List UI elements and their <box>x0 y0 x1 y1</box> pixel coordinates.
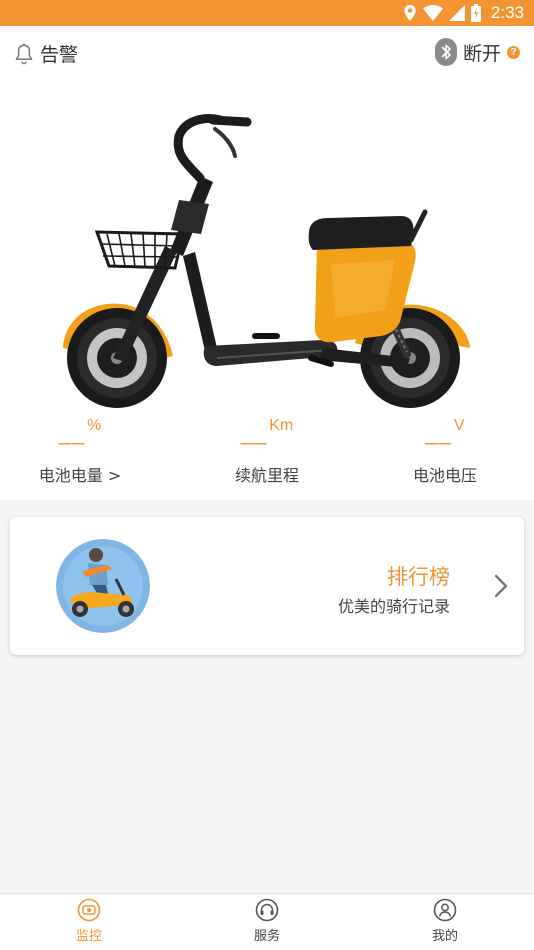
monitor-icon <box>77 898 101 922</box>
battery-voltage-label: 电池电压 <box>412 466 477 485</box>
battery-level-stat[interactable]: __% 电池电量 > <box>0 416 160 486</box>
battery-level-unit: % <box>87 417 102 434</box>
chevron-right-icon <box>494 574 508 598</box>
range-unit: Km <box>269 417 294 434</box>
battery-level-value: __ <box>58 420 86 445</box>
bluetooth-status[interactable]: 断开 ? <box>434 38 520 66</box>
tab-service-label: 服务 <box>253 929 280 944</box>
tab-monitor-label: 监控 <box>75 929 102 944</box>
tab-service[interactable]: 服务 <box>217 898 317 944</box>
bottom-tab-bar: 监控 服务 我的 <box>0 893 534 950</box>
range-value: __ <box>240 420 268 445</box>
bluetooth-label: 断开 <box>462 42 501 65</box>
tab-monitor[interactable]: 监控 <box>39 898 139 944</box>
range-label: 续航里程 <box>234 466 299 485</box>
signal-icon <box>448 5 465 21</box>
alarm-label: 告警 <box>40 44 79 66</box>
status-bar: 2:33 <box>0 0 534 26</box>
battery-voltage-value: __ <box>425 420 452 445</box>
profile-icon <box>433 898 457 922</box>
ranking-card[interactable]: 排行榜 优美的骑行记录 <box>10 517 524 655</box>
battery-voltage-unit: V <box>453 417 465 434</box>
tab-profile-label: 我的 <box>431 929 458 944</box>
ranking-subtitle: 优美的骑行记录 <box>337 597 450 616</box>
tab-profile[interactable]: 我的 <box>395 898 495 944</box>
alarm-button[interactable]: 告警 <box>14 40 78 67</box>
ranking-title: 排行榜 <box>387 565 450 589</box>
status-time: 2:33 <box>490 3 524 22</box>
battery-voltage-stat: __ V 电池电压 <box>365 416 525 486</box>
bell-icon <box>15 43 33 64</box>
help-icon[interactable]: ? <box>507 45 520 59</box>
stats-row: __% 电池电量 > __ Km 续航里程 __ V 电池电压 <box>0 416 534 496</box>
battery-level-label: 电池电量 > <box>38 466 122 485</box>
bluetooth-icon <box>434 38 457 66</box>
scooter-image <box>63 114 470 408</box>
wifi-icon <box>422 5 443 21</box>
battery-icon <box>470 4 481 22</box>
range-stat: __ Km 续航里程 <box>187 416 347 486</box>
headset-icon <box>255 898 279 922</box>
location-icon <box>404 5 416 21</box>
rider-avatar <box>56 539 150 633</box>
vehicle-panel: 告警 断开 ? __ % 电池电量 > __ Km 续航里程 __ V 电池电压 <box>0 26 534 500</box>
